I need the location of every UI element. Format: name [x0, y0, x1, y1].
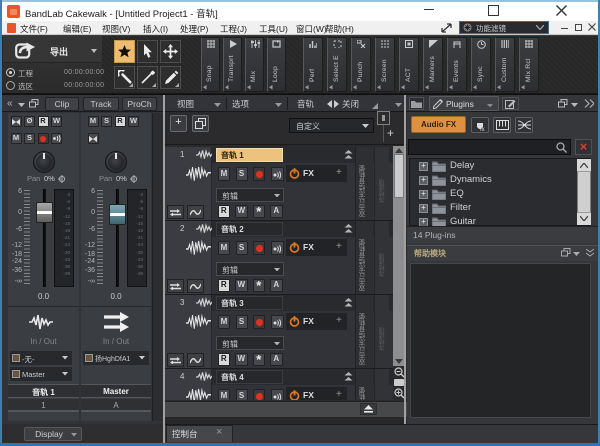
- svg-text:fx: fx: [480, 127, 485, 131]
